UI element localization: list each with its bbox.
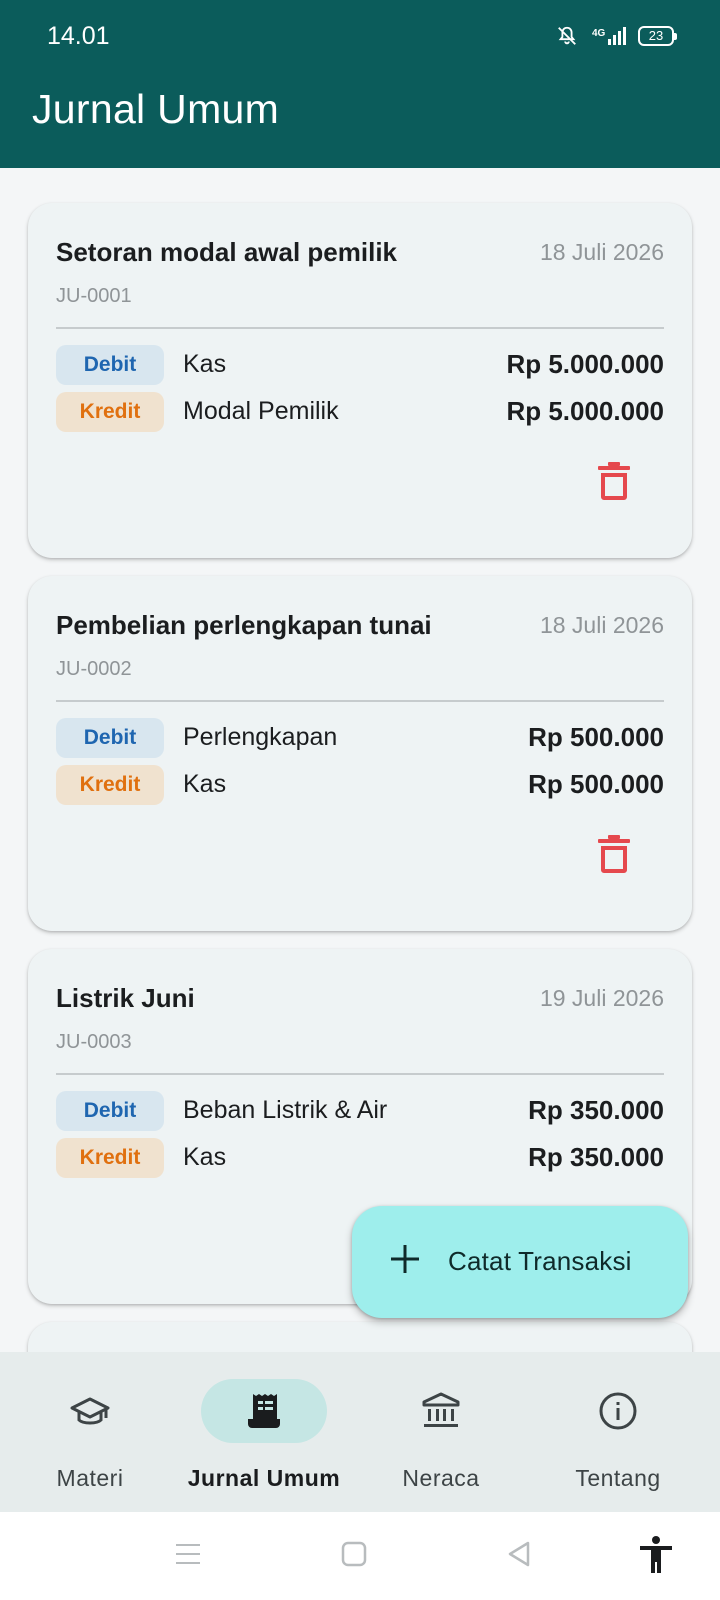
app-header: 14.01 4G 23 Jurnal Umum — [0, 0, 720, 168]
recent-apps-button[interactable] — [174, 1540, 202, 1573]
journal-entry-debit: Debit Beban Listrik & Air Rp 350.000 — [56, 1091, 664, 1131]
journal-entry-debit: Debit Kas Rp 5.000.000 — [56, 345, 664, 385]
journal-entry-kredit: Kredit Kas Rp 500.000 — [56, 765, 664, 805]
transaction-list[interactable]: Setoran modal awal pemilik 18 Juli 2026 … — [0, 168, 720, 1352]
status-bar: 14.01 4G 23 — [0, 0, 720, 72]
entry-amount: Rp 350.000 — [528, 1095, 664, 1125]
transaction-title: Listrik Juni — [56, 983, 195, 1013]
transaction-title: Pembelian perlengkapan tunai — [56, 610, 432, 640]
entry-account: Perlengkapan — [183, 723, 338, 751]
transaction-title: Setoran modal awal pemilik — [56, 237, 397, 267]
delete-button[interactable] — [594, 832, 634, 876]
bottom-navigation: Materi Jurnal Umum Neraca Tentang — [0, 1352, 720, 1512]
nav-label: Jurnal Umum — [187, 1465, 341, 1491]
nav-label: Materi — [56, 1465, 124, 1491]
entry-amount: Rp 350.000 — [528, 1142, 664, 1172]
transaction-card[interactable]: Pembelian perlengkapan tunai 18 Juli 202… — [28, 576, 692, 931]
square-icon — [341, 1541, 367, 1567]
transaction-card[interactable]: Setoran modal awal pemilik 18 Juli 2026 … — [28, 203, 692, 558]
entry-account: Modal Pemilik — [183, 397, 339, 425]
entry-amount: Rp 500.000 — [528, 722, 664, 752]
page-title: Jurnal Umum — [32, 86, 280, 132]
add-transaction-button[interactable]: Catat Transaksi — [352, 1206, 688, 1318]
debit-badge: Debit — [56, 1091, 164, 1131]
trash-icon — [598, 835, 630, 873]
graduation-cap-icon — [70, 1397, 110, 1425]
plus-icon — [391, 1245, 419, 1273]
status-time: 14.01 — [47, 22, 110, 50]
svg-text:4G: 4G — [592, 28, 606, 39]
kredit-badge: Kredit — [56, 392, 164, 432]
entry-account: Kas — [183, 1143, 227, 1171]
accessibility-icon — [640, 1536, 672, 1573]
delete-button[interactable] — [594, 459, 634, 503]
nav-label: Neraca — [402, 1465, 480, 1491]
nav-item-materi[interactable]: Materi — [0, 1352, 180, 1512]
receipt-icon — [248, 1394, 280, 1428]
nav-item-tentang[interactable]: Tentang — [528, 1352, 708, 1512]
back-triangle-icon — [508, 1541, 530, 1567]
nav-item-jurnal-umum[interactable]: Jurnal Umum — [174, 1352, 354, 1512]
accessibility-button[interactable] — [638, 1536, 674, 1579]
card-divider — [56, 1073, 664, 1075]
card-divider — [56, 700, 664, 702]
battery-icon: 23 — [638, 26, 677, 46]
nav-item-neraca[interactable]: Neraca — [351, 1352, 531, 1512]
kredit-badge: Kredit — [56, 765, 164, 805]
transaction-code: JU-0002 — [56, 658, 132, 680]
nav-label: Tentang — [575, 1465, 661, 1491]
home-button[interactable] — [340, 1540, 368, 1573]
transaction-date: 18 Juli 2026 — [539, 612, 664, 638]
transaction-card[interactable] — [28, 1322, 692, 1352]
entry-amount: Rp 5.000.000 — [506, 349, 664, 379]
signal-4g-icon: 4G — [588, 25, 628, 47]
card-divider — [56, 327, 664, 329]
back-button[interactable] — [506, 1540, 534, 1573]
system-navigation-bar — [0, 1512, 720, 1600]
menu-icon — [176, 1544, 200, 1564]
debit-badge: Debit — [56, 718, 164, 758]
info-icon — [599, 1392, 637, 1430]
journal-entry-kredit: Kredit Kas Rp 350.000 — [56, 1138, 664, 1178]
entry-amount: Rp 500.000 — [528, 769, 664, 799]
bank-icon — [422, 1392, 460, 1427]
entry-amount: Rp 5.000.000 — [506, 396, 664, 426]
journal-entry-kredit: Kredit Modal Pemilik Rp 5.000.000 — [56, 392, 664, 432]
transaction-date: 18 Juli 2026 — [539, 239, 664, 265]
kredit-badge: Kredit — [56, 1138, 164, 1178]
entry-account: Beban Listrik & Air — [183, 1096, 388, 1124]
add-transaction-label: Catat Transaksi — [448, 1246, 632, 1276]
entry-account: Kas — [183, 770, 227, 798]
debit-badge: Debit — [56, 345, 164, 385]
transaction-code: JU-0001 — [56, 285, 132, 307]
mute-bell-icon — [556, 25, 578, 47]
entry-account: Kas — [183, 350, 227, 378]
trash-icon — [598, 462, 630, 500]
transaction-code: JU-0003 — [56, 1031, 132, 1053]
journal-entry-debit: Debit Perlengkapan Rp 500.000 — [56, 718, 664, 758]
transaction-date: 19 Juli 2026 — [539, 985, 664, 1011]
status-icons: 4G 23 — [556, 23, 677, 49]
